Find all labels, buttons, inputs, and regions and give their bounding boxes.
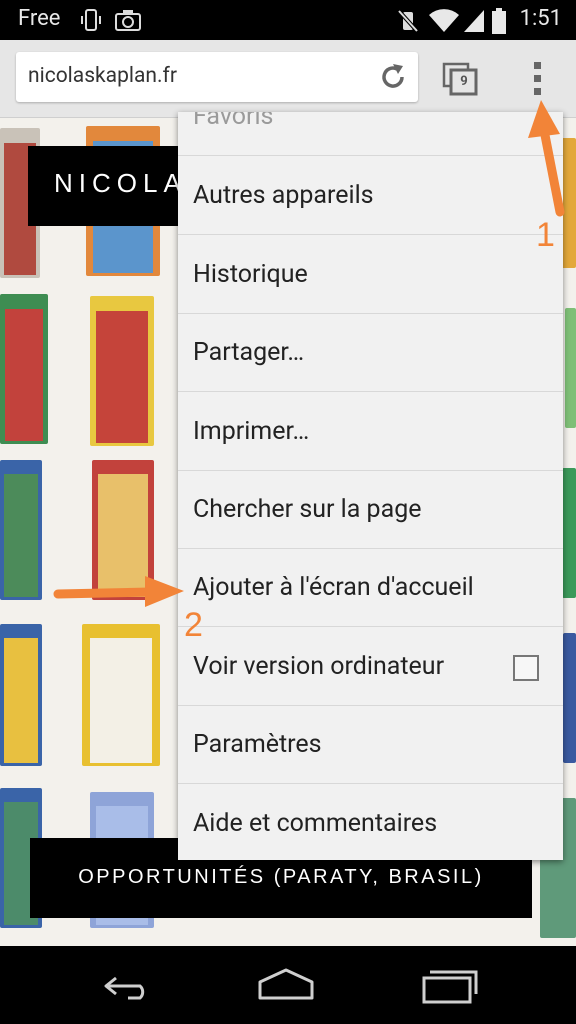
home-icon[interactable] bbox=[256, 966, 316, 1006]
arrow-2-icon bbox=[53, 576, 184, 607]
back-icon[interactable] bbox=[98, 966, 158, 1006]
screen: { "status_bar": { "carrier": "Free", "ti… bbox=[0, 0, 576, 1024]
arrow-1-icon bbox=[528, 100, 565, 217]
annotation-label-1: 1 bbox=[536, 216, 555, 254]
annotation-label-2: 2 bbox=[184, 606, 203, 644]
recents-icon[interactable] bbox=[420, 966, 480, 1006]
navigation-bar bbox=[0, 946, 576, 1024]
annotation-arrows bbox=[53, 100, 565, 607]
